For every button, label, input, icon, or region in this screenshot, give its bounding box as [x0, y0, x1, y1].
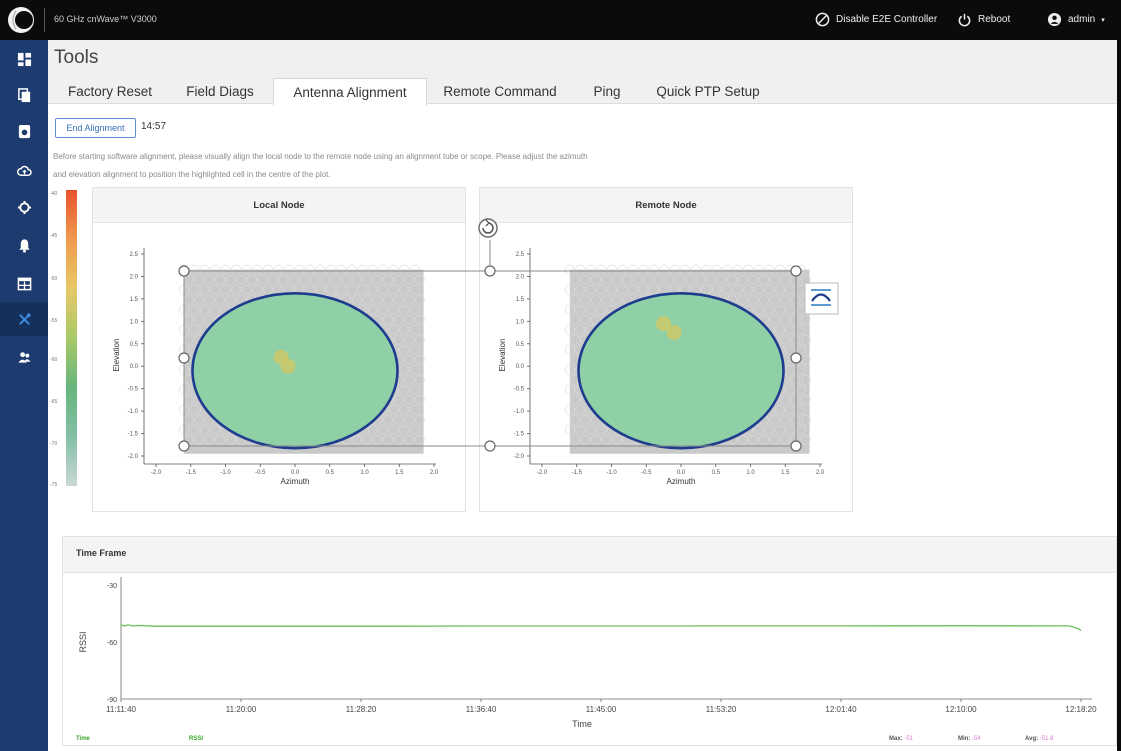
alignment-timer: 14:57: [141, 121, 167, 132]
sidebar-item-copy[interactable]: [0, 78, 48, 112]
rssi-color-scale: [66, 190, 77, 486]
sidebar-item-alerts[interactable]: [0, 228, 48, 262]
disable-e2e-button[interactable]: Disable E2E Controller: [815, 12, 937, 27]
legend-rssi: RSSI: [189, 736, 204, 742]
colorbar-label: -50: [50, 276, 58, 282]
ban-icon: [815, 12, 830, 27]
user-icon: [1047, 12, 1062, 27]
colorbar-label: -75: [50, 482, 58, 488]
sidebar-item-schedule[interactable]: [0, 266, 48, 300]
tab-antenna-alignment[interactable]: Antenna Alignment: [273, 78, 427, 106]
end-alignment-button[interactable]: End Alignment: [55, 118, 136, 138]
stat-max-value: -51: [904, 736, 914, 742]
sidebar-item-users[interactable]: [0, 340, 48, 374]
selection-handle[interactable]: [484, 440, 496, 452]
sidebar-item-target[interactable]: [0, 190, 48, 224]
selection-handle[interactable]: [178, 265, 190, 277]
product-name: 60 GHz cnWave™ V3000: [54, 14, 157, 24]
selection-handle[interactable]: [178, 440, 190, 452]
colorbar-label: -40: [50, 191, 58, 197]
dashboard-icon: [17, 52, 31, 66]
target-icon: [17, 200, 31, 214]
selection-handle[interactable]: [790, 352, 802, 364]
tools-icon: [18, 312, 31, 325]
remote-node-title: Remote Node: [480, 188, 852, 223]
divider: [44, 8, 45, 32]
local-node-panel: Local Node: [92, 187, 466, 512]
stat-min-label: Min:: [958, 736, 971, 742]
stat-avg: Avg: -51.8: [1025, 736, 1053, 742]
colorbar-label: -55: [50, 318, 58, 324]
time-frame-header: Time Frame: [63, 537, 1116, 573]
instruction-line-1: Before starting software alignment, plea…: [53, 152, 588, 161]
tab-field-diags[interactable]: Field Diags: [174, 78, 266, 105]
window-edge: [1117, 40, 1121, 751]
sidebar-item-device[interactable]: [0, 114, 48, 148]
power-icon: [958, 13, 971, 27]
user-label: admin: [1068, 14, 1096, 25]
tools-header: Tools Factory Reset Field Diags Antenna …: [48, 40, 1117, 106]
page-title: Tools: [54, 47, 99, 68]
caret-down-icon: ▾: [1101, 16, 1105, 24]
time-frame-panel: Time Frame: [62, 536, 1117, 746]
alignment-instructions: Before starting software alignment, plea…: [53, 148, 773, 184]
people-icon: [17, 351, 31, 363]
colorbar-label: -45: [50, 233, 58, 239]
stat-avg-value: -51.8: [1039, 736, 1054, 742]
colorbar-label: -65: [50, 399, 58, 405]
sidebar: [0, 40, 48, 751]
flip-button[interactable]: [804, 282, 839, 315]
user-menu[interactable]: admin ▾: [1047, 12, 1105, 27]
reboot-label: Reboot: [978, 14, 1011, 25]
reboot-button[interactable]: Reboot: [957, 12, 1010, 27]
calendar-icon: [17, 277, 31, 290]
selection-handle[interactable]: [790, 440, 802, 452]
instruction-line-2: and elevation alignment to position the …: [53, 170, 331, 179]
tab-quick-ptp-setup[interactable]: Quick PTP Setup: [646, 78, 770, 105]
sidebar-item-cloud[interactable]: [0, 153, 48, 187]
remote-node-panel: Remote Node: [479, 187, 853, 512]
selection-handle[interactable]: [178, 352, 190, 364]
sidebar-item-dashboard[interactable]: [0, 42, 48, 76]
stat-min-value: -54: [972, 736, 981, 742]
top-bar: 60 GHz cnWave™ V3000 Disable E2E Control…: [0, 0, 1121, 40]
tab-factory-reset[interactable]: Factory Reset: [55, 78, 165, 105]
stat-max: Max: -51: [889, 736, 913, 742]
colorbar-label: -60: [50, 357, 58, 363]
sidebar-item-tools[interactable]: [0, 302, 48, 336]
stat-avg-label: Avg:: [1025, 736, 1039, 742]
stat-min: Min: -54: [958, 736, 981, 742]
cloud-icon: [16, 165, 32, 176]
stat-max-label: Max:: [889, 736, 903, 742]
disable-e2e-label: Disable E2E Controller: [836, 14, 938, 25]
tab-remote-command[interactable]: Remote Command: [434, 78, 566, 105]
legend-time: Time: [76, 736, 90, 742]
bell-icon: [18, 238, 30, 253]
device-icon: [18, 124, 30, 138]
time-frame-title: Time Frame: [76, 548, 127, 558]
copy-icon: [17, 87, 30, 102]
tab-ping[interactable]: Ping: [576, 78, 638, 105]
colorbar-label: -70: [50, 441, 58, 447]
local-node-title: Local Node: [93, 188, 465, 223]
cambium-logo-icon: [8, 7, 34, 33]
selection-handle[interactable]: [790, 265, 802, 277]
selection-handle[interactable]: [484, 265, 496, 277]
